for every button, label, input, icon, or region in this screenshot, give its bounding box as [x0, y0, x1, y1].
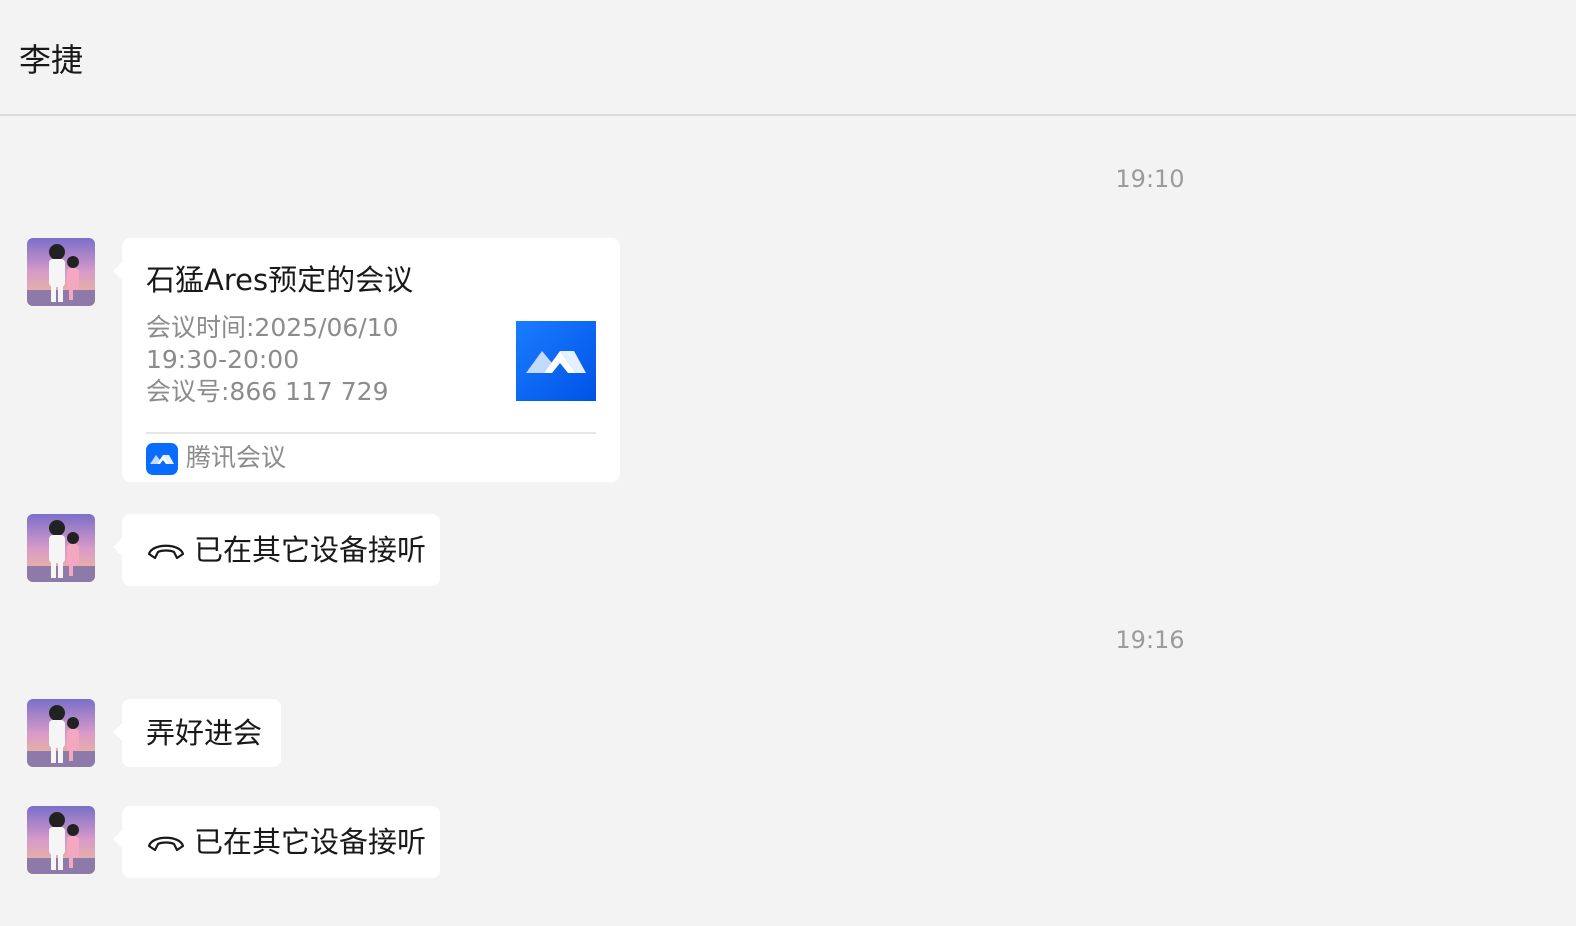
timestamp: 19:16: [1115, 626, 1185, 654]
call-message[interactable]: 已在其它设备接听: [113, 514, 440, 586]
card-meeting-time: 会议时间:2025/06/10: [146, 313, 399, 342]
tencent-meeting-thumbnail: [516, 321, 596, 401]
avatar[interactable]: [27, 238, 95, 306]
phone-hangup-icon: [147, 836, 185, 852]
card-title: 石猛Ares预定的会议: [146, 263, 414, 297]
card-meeting-time-range: 19:30-20:00: [146, 345, 300, 374]
card-meeting-id: 会议号:866 117 729: [146, 377, 389, 406]
avatar[interactable]: [27, 699, 95, 767]
avatar[interactable]: [27, 806, 95, 874]
meeting-card[interactable]: 石猛Ares预定的会议 会议时间:2025/06/10 19:30-20:00 …: [113, 238, 620, 482]
avatar-image: [27, 806, 95, 874]
tencent-meeting-icon: [146, 443, 178, 475]
avatar[interactable]: [27, 514, 95, 582]
avatar-image: [27, 238, 95, 306]
call-status-text: 已在其它设备接听: [194, 825, 427, 859]
phone-hangup-icon: [147, 544, 185, 560]
avatar-image: [27, 699, 95, 767]
card-divider: [146, 432, 596, 434]
contact-name[interactable]: 李捷: [19, 40, 83, 80]
card-app-name: 腾讯会议: [186, 443, 287, 472]
call-message[interactable]: 已在其它设备接听: [113, 806, 440, 878]
call-status-text: 已在其它设备接听: [194, 533, 427, 567]
text-message[interactable]: 弄好进会: [113, 699, 281, 767]
message-text: 弄好进会: [146, 716, 263, 750]
message-list[interactable]: 19:10 石猛Ares预定的会议 会议时间:2025/06/10 19:30-…: [0, 116, 1576, 926]
avatar-image: [27, 514, 95, 582]
chat-header: 李捷: [0, 0, 1576, 116]
timestamp: 19:10: [1115, 165, 1185, 193]
